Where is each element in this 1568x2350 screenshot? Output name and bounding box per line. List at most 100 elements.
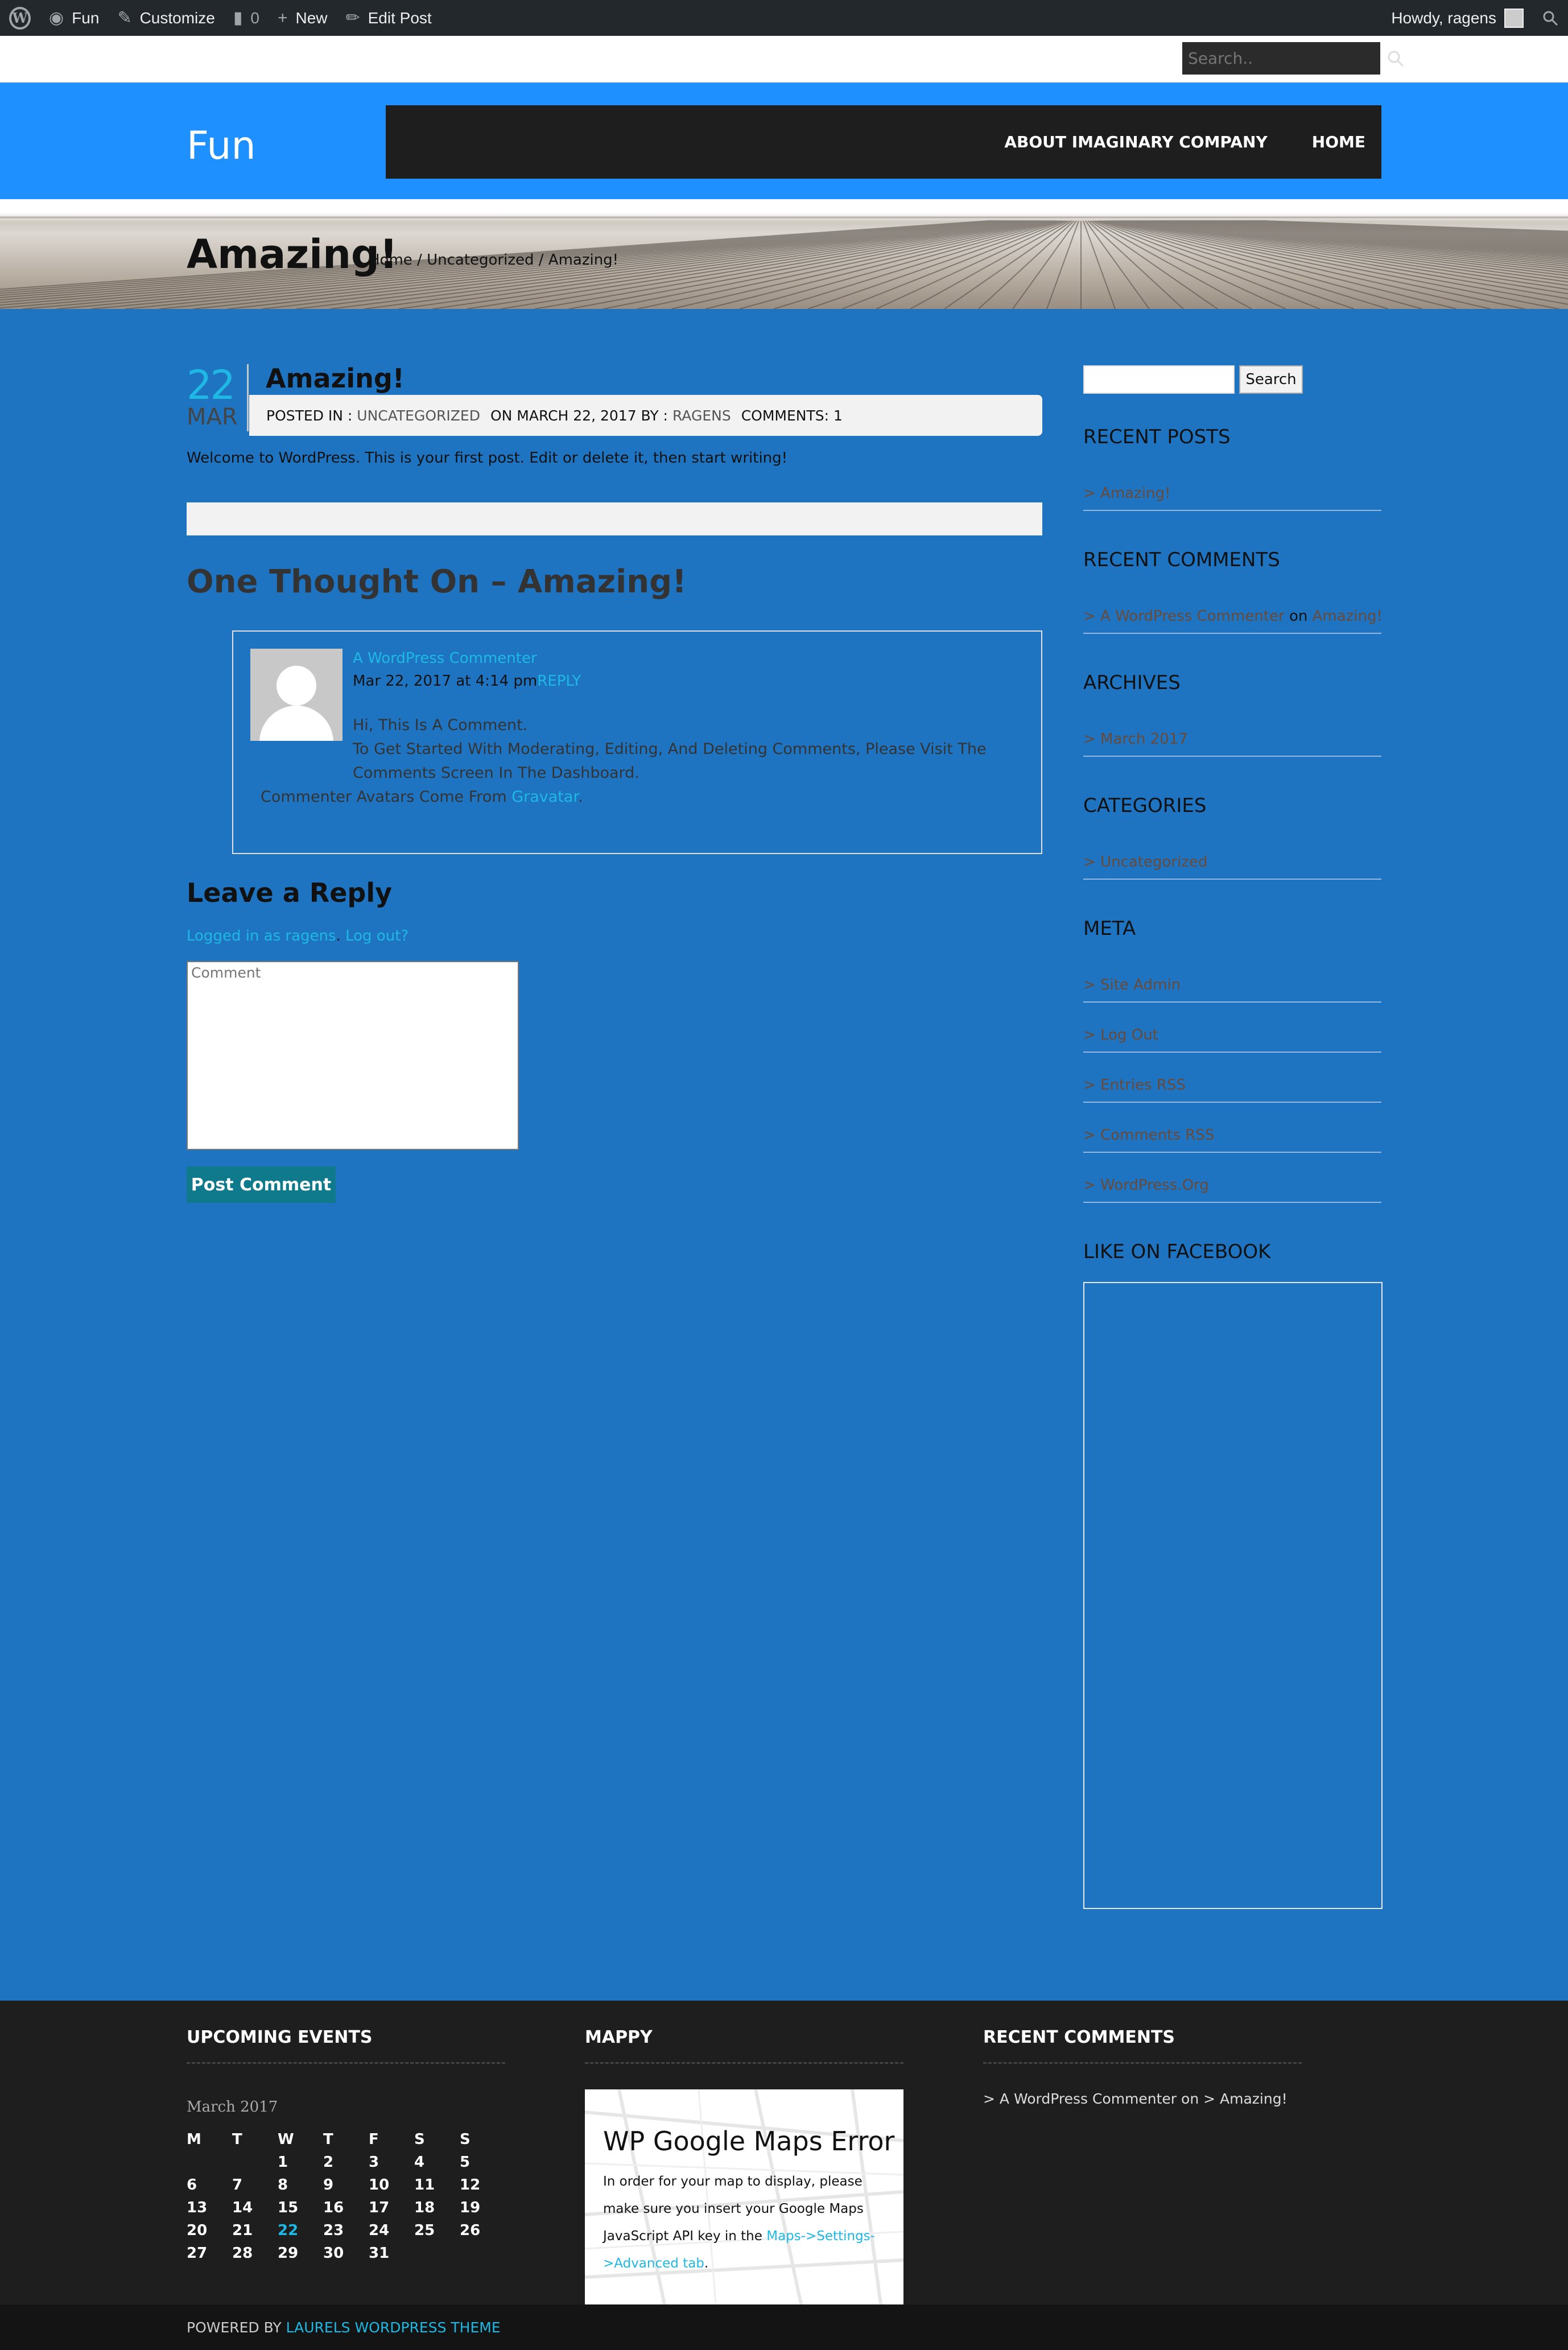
- post-comment-button[interactable]: Post Comment: [187, 1166, 336, 1203]
- comment-bubble-icon: ▮: [233, 9, 243, 27]
- meta-link-log-out[interactable]: > Log Out: [1083, 1026, 1381, 1053]
- wordpress-logo-icon: W: [9, 6, 31, 30]
- admin-bar-edit-post[interactable]: ✏ Edit Post: [336, 0, 440, 36]
- calendar-day-header: S: [414, 2131, 425, 2148]
- top-search-input[interactable]: [1182, 42, 1387, 75]
- footer-recent-comment-link[interactable]: > A WordPress Commenter on > Amazing!: [983, 2091, 1288, 2107]
- comment-reply-link[interactable]: REPLY: [537, 673, 581, 690]
- sidebar-search-button[interactable]: Search: [1239, 365, 1303, 394]
- calendar-day: 31: [369, 2245, 390, 2262]
- search-icon: [1388, 51, 1404, 67]
- comment-date-link[interactable]: Mar 22, 2017 at 4:14 pm: [353, 673, 537, 690]
- comment-author-link[interactable]: A WordPress Commenter: [353, 650, 537, 667]
- post-date-day: 22: [187, 362, 236, 409]
- wordpress-logo-menu[interactable]: W: [0, 0, 40, 36]
- post-date-label: ON MARCH 22, 2017 BY :: [490, 407, 668, 424]
- site-title[interactable]: Fun: [187, 123, 256, 168]
- calendar-day: 16: [323, 2199, 344, 2216]
- calendar-day-header: T: [323, 2131, 333, 2148]
- comment-line-suffix: .: [578, 788, 583, 806]
- top-search-button[interactable]: [1387, 42, 1405, 75]
- breadcrumb-separator: /: [534, 252, 548, 269]
- comment-line: Commenter Avatars Come From Gravatar.: [261, 788, 583, 806]
- comment: A WordPress Commenter Mar 22, 2017 at 4:…: [232, 630, 1042, 854]
- calendar-day: 30: [323, 2245, 344, 2262]
- meta-link-site-admin[interactable]: > Site Admin: [1083, 976, 1381, 1003]
- recent-comment-on: on: [1284, 608, 1313, 625]
- admin-bar-comments[interactable]: ▮ 0: [224, 0, 269, 36]
- main-nav: ABOUT IMAGINARY COMPANY HOME: [386, 105, 1381, 179]
- calendar-week-row: 13 14 15 16 17 18 19: [187, 2199, 505, 2222]
- site-header: Fun ABOUT IMAGINARY COMPANY HOME: [0, 83, 1568, 199]
- calendar-day: 2: [323, 2154, 334, 2171]
- archives-title: ARCHIVES: [1083, 671, 1181, 694]
- meta-link-comments-rss[interactable]: > Comments RSS: [1083, 1127, 1381, 1153]
- calendar-day: 29: [278, 2245, 299, 2262]
- divider: [983, 2062, 1302, 2064]
- admin-bar-search[interactable]: [1533, 0, 1568, 36]
- admin-bar-right: Howdy, ragens: [1382, 0, 1568, 36]
- post-navigation-bar: [187, 502, 1042, 535]
- calendar-day: [414, 2245, 460, 2267]
- calendar-day: 23: [323, 2222, 344, 2239]
- nav-item-about[interactable]: ABOUT IMAGINARY COMPANY: [1004, 133, 1267, 151]
- map-error-panel: WP Google Maps Error In order for your m…: [585, 2089, 903, 2304]
- meta-link-wordpress-org[interactable]: > WordPress.Org: [1083, 1177, 1381, 1203]
- calendar-day: 11: [414, 2176, 435, 2194]
- powered-by: POWERED BY LAURELS WORDPRESS THEME: [187, 2319, 501, 2336]
- breadcrumb: Home / Uncategorized / Amazing!: [369, 252, 618, 269]
- logged-in-link[interactable]: Logged in as ragens: [187, 927, 336, 945]
- calendar-week-row: 1 2 3 4 5: [187, 2154, 505, 2176]
- comment-line: Hi, This Is A Comment.: [353, 716, 528, 734]
- recent-post-link[interactable]: > Amazing!: [1083, 485, 1381, 511]
- nav-item-home[interactable]: HOME: [1312, 133, 1365, 151]
- posted-in-label: POSTED IN :: [266, 407, 353, 424]
- archive-link[interactable]: > March 2017: [1083, 731, 1381, 757]
- page-banner: Amazing! Home / Uncategorized / Amazing!: [0, 199, 1568, 309]
- post-comments-count: COMMENTS: 1: [741, 407, 843, 424]
- recent-comments-title: RECENT COMMENTS: [1083, 549, 1280, 571]
- meta-link-entries-rss[interactable]: > Entries RSS: [1083, 1077, 1381, 1103]
- calendar-day: [460, 2245, 505, 2267]
- avatar: [1504, 8, 1524, 28]
- category-link[interactable]: > Uncategorized: [1083, 854, 1381, 880]
- calendar-week-row: 27 28 29 30 31: [187, 2245, 505, 2267]
- recent-comment-post[interactable]: Amazing!: [1313, 608, 1383, 625]
- map-error-title: WP Google Maps Error: [603, 2126, 895, 2157]
- calendar-day-header: S: [460, 2131, 471, 2148]
- recent-comment-author[interactable]: > A WordPress Commenter: [1083, 608, 1285, 625]
- logged-in-separator: .: [336, 927, 341, 945]
- logged-in-text: Logged in as ragens. Log out?: [187, 927, 408, 945]
- calendar-day: 14: [232, 2199, 253, 2216]
- comment-text: Hi, This Is A Comment. To Get Started Wi…: [261, 714, 1012, 809]
- admin-bar-customize-label: Customize: [139, 9, 215, 27]
- admin-bar-customize[interactable]: ✎ Customize: [108, 0, 224, 36]
- admin-bar-new[interactable]: + New: [269, 0, 337, 36]
- comment-textarea[interactable]: [187, 961, 519, 1150]
- breadcrumb-category[interactable]: Uncategorized: [427, 252, 534, 269]
- theme-link[interactable]: LAURELS WORDPRESS THEME: [286, 2319, 501, 2336]
- calendar-day: [187, 2154, 232, 2176]
- post-author-link[interactable]: RAGENS: [672, 407, 731, 424]
- post-title: Amazing!: [266, 363, 405, 394]
- facebook-title: LIKE ON FACEBOOK: [1083, 1240, 1271, 1263]
- calendar-day: 13: [187, 2199, 208, 2216]
- post-category-link[interactable]: UNCATEGORIZED: [357, 407, 480, 424]
- gravatar-link[interactable]: Gravatar: [511, 788, 578, 806]
- comment-line: To Get Started With Moderating, Editing,…: [353, 740, 987, 782]
- admin-bar-account[interactable]: Howdy, ragens: [1382, 0, 1533, 36]
- map-error-end: .: [704, 2256, 709, 2271]
- logout-link[interactable]: Log out?: [341, 927, 408, 945]
- sidebar-search-input[interactable]: [1083, 365, 1235, 394]
- admin-bar: W ◉ Fun ✎ Customize ▮ 0 + New ✏ Edit Pos…: [0, 0, 1568, 36]
- plus-icon: +: [277, 8, 288, 27]
- post-meta: POSTED IN : UNCATEGORIZED ON MARCH 22, 2…: [249, 395, 1042, 436]
- breadcrumb-current: Amazing!: [548, 252, 619, 269]
- breadcrumb-home[interactable]: Home: [369, 252, 412, 269]
- calendar-day: 7: [232, 2176, 243, 2194]
- calendar-day-header: W: [278, 2131, 294, 2148]
- comment-meta: Mar 22, 2017 at 4:14 pmREPLY: [353, 673, 581, 690]
- date-divider: [247, 364, 249, 431]
- admin-bar-new-label: New: [295, 9, 328, 27]
- admin-bar-site[interactable]: ◉ Fun: [40, 0, 108, 36]
